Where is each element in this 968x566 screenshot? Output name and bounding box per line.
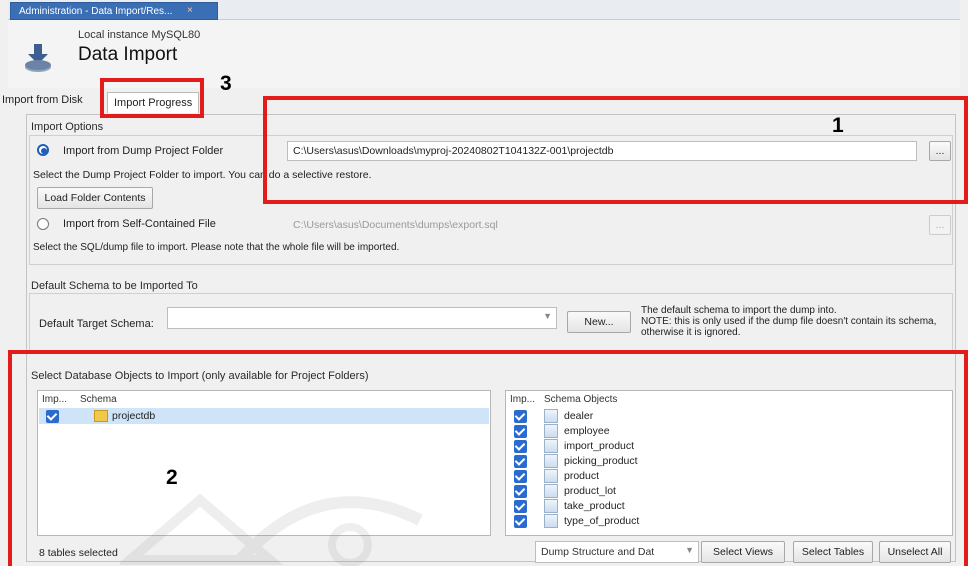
self-contained-path-input[interactable]: C:\Users\asus\Documents\dumps\export.sql xyxy=(287,215,917,235)
dump-folder-radio[interactable] xyxy=(37,144,49,156)
annotation-box-1 xyxy=(263,96,968,204)
dump-folder-label: Import from Dump Project Folder xyxy=(63,145,224,157)
default-schema-label: Default Schema to be Imported To xyxy=(31,280,198,292)
document-tab-bar: Administration - Data Import/Res... × xyxy=(8,0,960,20)
annotation-box-2 xyxy=(8,350,968,566)
annotation-box-3 xyxy=(100,78,204,118)
self-contained-label: Import from Self-Contained File xyxy=(63,218,216,230)
data-import-icon xyxy=(25,44,51,72)
self-contained-browse-button[interactable]: ... xyxy=(929,215,951,235)
default-schema-note-2: NOTE: this is only used if the dump file… xyxy=(641,316,937,327)
annotation-number-2: 2 xyxy=(166,466,178,489)
load-folder-contents-button[interactable]: Load Folder Contents xyxy=(37,187,153,209)
default-target-schema-label: Default Target Schema: xyxy=(39,318,154,330)
tab-import-from-disk[interactable]: Import from Disk xyxy=(2,94,83,106)
self-contained-radio[interactable] xyxy=(37,218,49,230)
annotation-number-3: 3 xyxy=(220,72,232,95)
chevron-down-icon: ▼ xyxy=(543,311,552,321)
tab-title: Administration - Data Import/Res... xyxy=(19,6,173,17)
default-target-schema-select[interactable]: ▼ xyxy=(167,307,557,329)
page-title: Data Import xyxy=(78,44,178,65)
annotation-number-1: 1 xyxy=(832,114,844,137)
import-options-label: Import Options xyxy=(31,121,104,133)
connection-name: Local instance MySQL80 xyxy=(78,29,201,41)
tab-administration-data-import[interactable]: Administration - Data Import/Res... × xyxy=(10,2,218,20)
close-icon[interactable]: × xyxy=(187,5,193,16)
new-schema-button[interactable]: New... xyxy=(567,311,631,333)
self-contained-hint: Select the SQL/dump file to import. Plea… xyxy=(33,242,400,253)
default-schema-note-1: The default schema to import the dump in… xyxy=(641,305,837,316)
default-schema-note-3: otherwise it is ignored. xyxy=(641,327,741,338)
